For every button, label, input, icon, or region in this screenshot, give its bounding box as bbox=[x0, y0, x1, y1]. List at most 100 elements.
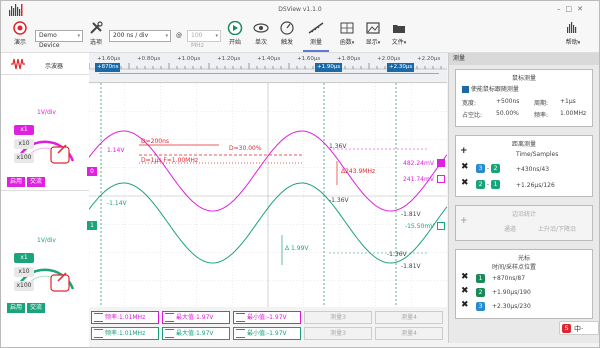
window-controls[interactable]: –□✕ bbox=[557, 5, 588, 13]
measurement-slot[interactable]: 最小值:-1.97V bbox=[233, 327, 301, 340]
trigger-marker-top[interactable] bbox=[437, 159, 445, 167]
channel-1-enable-button[interactable]: 启用 bbox=[7, 303, 25, 313]
measurement-slot[interactable]: 测量3 bbox=[304, 311, 372, 324]
trigger-gauge-icon bbox=[280, 21, 294, 35]
start-button[interactable]: 开始 bbox=[223, 21, 247, 46]
trigger-button[interactable]: 触发 bbox=[275, 21, 299, 46]
remove-cursor-icon[interactable]: ✖ bbox=[461, 272, 469, 282]
display-button[interactable]: 显示▾ bbox=[361, 21, 385, 46]
app-window: DSView v1.1.0 –□✕ 演示 Demo Device ▾ 选项 200… bbox=[0, 0, 600, 348]
width-value: +500ns bbox=[496, 98, 520, 105]
channel-0-x100-button[interactable]: x100 bbox=[14, 153, 34, 163]
channel-1-marker[interactable]: 1 bbox=[87, 221, 97, 230]
display-image-icon bbox=[366, 22, 380, 34]
channel-0-coupling-button[interactable]: 交流 bbox=[27, 177, 45, 187]
measure-pulse-icon bbox=[236, 329, 245, 338]
single-shot-icon bbox=[253, 23, 269, 33]
trig-right-top: 482.24mV bbox=[403, 160, 434, 167]
edge-stats-header: 边沿统计 bbox=[511, 211, 536, 218]
period-label: D=1µs F=1.00MHz bbox=[141, 157, 198, 164]
help-button[interactable]: 帮助▾ bbox=[561, 21, 585, 46]
chevron-down-icon: ▾ bbox=[77, 33, 80, 39]
channel-1-coupling-button[interactable]: 交流 bbox=[27, 303, 45, 313]
measure-pulse-icon bbox=[165, 329, 174, 338]
channel-1-scale: 1V/div bbox=[37, 237, 56, 244]
math-button[interactable]: 函数▾ bbox=[335, 21, 359, 46]
channel-0-scale: 1V/div bbox=[37, 109, 56, 116]
measure-pulse-icon bbox=[165, 313, 174, 322]
remove-distance-1-icon[interactable]: ✖ bbox=[461, 162, 469, 172]
math-label: 函数 bbox=[339, 39, 352, 46]
measurement-slot[interactable]: 测量3 bbox=[304, 327, 372, 340]
distance-row-2-chips[interactable]: 2 - 1 bbox=[476, 180, 500, 189]
mode-row[interactable]: 示波器 bbox=[1, 53, 89, 75]
samplerate-select[interactable]: 100 MHz ▾ bbox=[187, 30, 221, 49]
time-ruler[interactable]: +1.60µs +0.80µs +1.00µs +1.20µs +1.40µs +1.60… bbox=[89, 53, 447, 83]
chevron-down-icon: ▾ bbox=[577, 40, 581, 46]
ch1-min2-label: -1.81V bbox=[401, 263, 421, 270]
mouse-measure-header: 鼠标测量 bbox=[511, 75, 536, 82]
remove-cursor-icon[interactable]: ✖ bbox=[461, 300, 469, 310]
measurement-bar: 频率:1.01MHz 最大值:1.97V 最小值:-1.97V 测量3 测量4 频率:1.… bbox=[89, 307, 447, 343]
measurement-slot[interactable]: 最小值:-1.97V bbox=[233, 311, 301, 324]
measurement-slot[interactable]: 频率:1.01MHz bbox=[91, 311, 159, 324]
channel-0-enable-button[interactable]: 启用 bbox=[7, 177, 25, 187]
channel-1-x10-button[interactable]: x10 bbox=[14, 267, 34, 277]
cursor-track bbox=[99, 73, 439, 74]
trigger-marker-low[interactable] bbox=[437, 222, 445, 230]
waveform-plot[interactable]: 0 1 1.14V 1.36V -1.81V -1.14V -1.36V -1.… bbox=[87, 82, 448, 310]
cursor-chip[interactable]: 1 bbox=[476, 274, 485, 283]
play-icon bbox=[227, 21, 243, 35]
add-distance-icon[interactable]: + bbox=[460, 146, 468, 156]
add-edge-stat-icon[interactable]: + bbox=[460, 216, 468, 226]
file-button[interactable]: 文件▾ bbox=[387, 21, 411, 46]
cursor-chip[interactable]: 3 bbox=[476, 302, 485, 311]
measure-tab-button[interactable]: 测量 bbox=[303, 21, 329, 52]
demo-button[interactable]: 演示 bbox=[9, 21, 31, 46]
ruler-tick-label: +1.60µs bbox=[97, 56, 121, 62]
measure-label: 测量 bbox=[309, 39, 322, 46]
cursor-3-flag[interactable]: +2.30µs bbox=[387, 63, 415, 72]
measurement-slot[interactable]: 最大值:1.97V bbox=[162, 327, 230, 340]
single-button[interactable]: 单次 bbox=[249, 21, 273, 46]
measurement-slot[interactable]: 频率:1.01MHz bbox=[91, 327, 159, 340]
cursor-2-flag[interactable]: +1.90µs bbox=[315, 63, 343, 72]
freq-value: 1.00MHz bbox=[560, 110, 587, 117]
channel-1-x1-button[interactable]: x1 bbox=[14, 253, 34, 263]
ruler-tick-label: +1.80µs bbox=[337, 56, 361, 62]
distance-row-1-chips[interactable]: 3 - 2 bbox=[476, 164, 500, 173]
measurement-slot[interactable]: 最大值:1.97V bbox=[162, 311, 230, 324]
ime-widget[interactable]: S 中· bbox=[559, 321, 599, 335]
measurement-slot[interactable]: 测量4 bbox=[375, 327, 443, 340]
chevron-down-icon: ▾ bbox=[377, 40, 381, 46]
cursor-chip: 2 bbox=[490, 164, 500, 173]
distance-measure-box: 距离测量 + Time/Samples ✖ 3 - 2 +430ns/43 ✖ … bbox=[455, 135, 593, 197]
chevron-down-icon: ▾ bbox=[403, 40, 407, 46]
options-button[interactable]: 选项 bbox=[85, 21, 107, 46]
toolbar: 演示 Demo Device ▾ 选项 200 ns / div ▾ @ 100 M… bbox=[1, 21, 599, 53]
ch1-max-label: -1.14V bbox=[107, 200, 127, 207]
remove-distance-2-icon[interactable]: ✖ bbox=[461, 178, 469, 188]
cursor-row-value: +2.30µs/230 bbox=[492, 303, 531, 310]
measurement-slot[interactable]: 测量4 bbox=[375, 311, 443, 324]
cursor-1-flag[interactable]: +870ns bbox=[95, 63, 121, 72]
mouse-follow-checkbox[interactable]: 使能鼠标跟随测量 bbox=[462, 84, 519, 93]
remove-cursor-icon[interactable]: ✖ bbox=[461, 286, 469, 296]
cursor-header: 光标 bbox=[517, 255, 530, 262]
device-select[interactable]: Demo Device ▾ bbox=[35, 30, 83, 49]
channel-0-x1-button[interactable]: x1 bbox=[14, 125, 34, 135]
ruler-tick-label: +2.20µs bbox=[417, 56, 441, 62]
cursor-subheader: 时间/采样点位置 bbox=[492, 264, 537, 271]
channel-0-x10-button[interactable]: x10 bbox=[14, 139, 34, 149]
trigger-marker-mid[interactable] bbox=[437, 175, 445, 183]
cursor-chip[interactable]: 2 bbox=[476, 288, 485, 297]
window-title: DSView v1.1.0 bbox=[278, 6, 322, 13]
channel-1-x100-button[interactable]: x100 bbox=[14, 281, 34, 291]
timebase-select[interactable]: 200 ns / div ▾ bbox=[109, 30, 171, 42]
measurement-slot-label: 测量3 bbox=[330, 314, 346, 321]
channel-0-marker[interactable]: 0 bbox=[87, 167, 97, 176]
measurement-slot-label: 最大值:1.97V bbox=[176, 314, 214, 321]
period-value: +1µs bbox=[560, 98, 576, 105]
mouse-follow-label: 使能鼠标跟随测量 bbox=[470, 86, 519, 93]
waveform-svg bbox=[88, 82, 448, 310]
